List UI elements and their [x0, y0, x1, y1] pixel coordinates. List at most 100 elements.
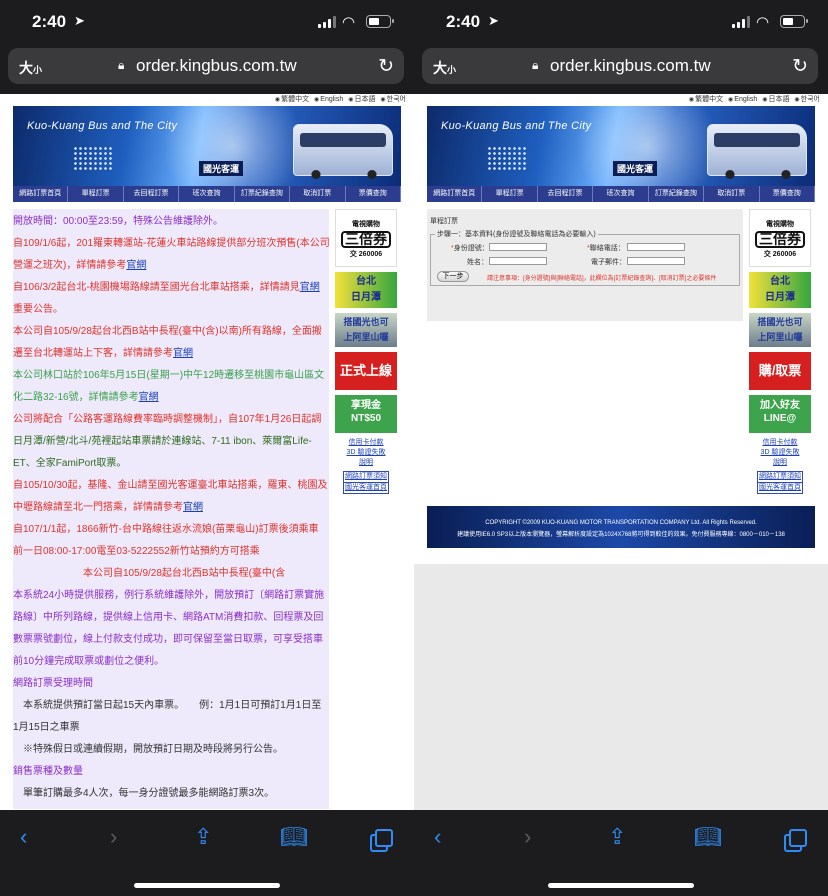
text-size-button[interactable]: 大小: [19, 58, 42, 78]
notice-text: 1月15日之車票: [13, 722, 80, 733]
ad-life-et[interactable]: 購/取票: [749, 352, 811, 390]
share-icon[interactable]: ⇪: [608, 824, 626, 850]
nav-home[interactable]: 網路訂票首頁: [427, 186, 483, 202]
lang-ja[interactable]: 日本語: [348, 96, 375, 103]
home-indicator: [548, 883, 694, 888]
lock-icon: 🔒︎: [118, 58, 125, 72]
ad-cash[interactable]: 享現金 NT$50: [335, 395, 397, 433]
notice-line: 遷至台北轉運站上下客，詳情請參考官網: [13, 346, 329, 362]
ad-triple-voucher[interactable]: 電視購物 三倍券交 260006: [335, 209, 397, 267]
official-site-link[interactable]: 官網: [183, 502, 203, 513]
next-step-button[interactable]: 下一步: [437, 271, 469, 282]
email-input[interactable]: [627, 257, 685, 265]
notice-line: 1月15日之車票: [13, 720, 329, 736]
reload-icon[interactable]: ↻: [792, 55, 808, 78]
language-selector[interactable]: 繁體中文 English 日本語 한국어: [686, 94, 820, 106]
notice-text: 前一日08:00-17:00電至03-5222552新竹站預約方可搭乘: [13, 546, 260, 557]
nav-roundtrip[interactable]: 去回程訂票: [538, 186, 594, 202]
official-site-link[interactable]: 官網: [126, 260, 146, 271]
box-links: 網路訂票須知 國光客運首頁: [343, 471, 389, 494]
form-note: 請注意事項：[身分證號]與[聯絡電話]，此欄位為[訂票紀錄查詢]、[取消訂票]之…: [487, 276, 717, 282]
nav-schedule[interactable]: 班次查詢: [179, 186, 235, 202]
nav-roundtrip[interactable]: 去回程訂票: [124, 186, 180, 202]
notice-text: 自106/3/2起台北-桃園機場路線請至國光台北車站搭乘，詳情請見: [13, 282, 300, 293]
nav-oneway[interactable]: 單程訂票: [68, 186, 124, 202]
share-icon[interactable]: ⇪: [194, 824, 212, 850]
text-size-button[interactable]: 大小: [433, 58, 456, 78]
bookmarks-icon[interactable]: 📖︎: [694, 824, 722, 850]
notice-text: 網路訂票受理時間: [13, 678, 93, 689]
ad-taipei-sun-moon-lake[interactable]: 台北 日月潭: [749, 272, 811, 308]
url-text[interactable]: order.kingbus.com.tw: [136, 56, 297, 76]
notice-line: 本系統提供預訂之票種：全票(優惠票、促銷票)、半票（敬老、孩: [13, 808, 329, 809]
official-site-link[interactable]: 官網: [173, 348, 193, 359]
location-arrow-icon: ➤: [74, 13, 85, 28]
ad-taipei-sun-moon-lake[interactable]: 台北 日月潭: [335, 272, 397, 308]
nav-home[interactable]: 網路訂票首頁: [13, 186, 69, 202]
id-number-input[interactable]: [489, 243, 547, 251]
lang-ko[interactable]: 한국어: [380, 96, 406, 103]
browser-note: 建議使用IE6.0 SP3以上版本瀏覽器，螢幕解析度設定為1024X768將可得…: [457, 532, 785, 538]
reload-icon[interactable]: ↻: [378, 55, 394, 78]
ad-triple-voucher[interactable]: 電視購物 三倍券交 260006: [749, 209, 811, 267]
official-site-link[interactable]: 官網: [139, 392, 159, 403]
notice-panel: 開放時間：00:00至23:59，特殊公告維護除外。 自109/1/6起，201羅…: [13, 209, 329, 809]
homepage-link[interactable]: 國光客運首頁: [758, 483, 802, 493]
tabs-icon[interactable]: [370, 829, 393, 852]
notice-line: 本系統提供預訂當日起15天內車票。 例：1月1日可預訂1月1日至: [13, 698, 329, 714]
nav-fare[interactable]: 票價查詢: [760, 186, 815, 202]
name-input[interactable]: [489, 257, 547, 265]
ad-alishan[interactable]: 搭國光也可 上阿里山囉: [335, 313, 397, 347]
notice-line: 網路訂票受理時間: [13, 676, 329, 692]
language-selector[interactable]: 繁體中文 English 日本語 한국어: [272, 94, 406, 106]
bookmarks-icon[interactable]: 📖︎: [280, 824, 308, 850]
nav-fare[interactable]: 票價查詢: [346, 186, 401, 202]
safari-toolbar: ‹ › ⇪ 📖︎: [414, 810, 828, 896]
ad-launch[interactable]: 正式上線: [335, 352, 397, 390]
nav-schedule[interactable]: 班次查詢: [593, 186, 649, 202]
notice-text: 自105/10/30起，基隆、金山請至國光客運臺北車站搭乘，羅東、桃園及: [13, 480, 328, 491]
nav-records[interactable]: 訂票紀錄查詢: [649, 186, 705, 202]
homepage-link[interactable]: 國光客運首頁: [344, 483, 388, 493]
address-bar[interactable]: 大小 🔒︎ order.kingbus.com.tw ↻: [422, 48, 818, 84]
tabs-icon[interactable]: [784, 829, 807, 852]
notice-text: 本公司自105/9/28起台北西B站中長程(臺中(含)以南)所有路線，全面搬: [13, 326, 322, 337]
lang-en[interactable]: English: [314, 96, 343, 103]
lang-zh[interactable]: 繁體中文: [275, 96, 309, 103]
forward-icon[interactable]: ›: [110, 824, 117, 850]
back-icon[interactable]: ‹: [434, 824, 441, 850]
notice-text: 銷售票種及數量: [13, 766, 83, 777]
notice-link[interactable]: 網路訂票須知: [344, 472, 388, 483]
url-text[interactable]: order.kingbus.com.tw: [550, 56, 711, 76]
cellular-signal-icon: [732, 16, 750, 28]
notice-line: 自109/1/6起，201羅東轉運站-花蓮火車站路線提供部分班次預售(本公司: [13, 236, 329, 252]
credit-card-link[interactable]: 信用卡付款 3D 驗證失敗 說明: [747, 438, 813, 468]
notice-link[interactable]: 網路訂票須知: [758, 472, 802, 483]
nav-cancel[interactable]: 取消訂票: [704, 186, 760, 202]
lang-zh[interactable]: 繁體中文: [689, 96, 723, 103]
lang-ja[interactable]: 日本語: [762, 96, 789, 103]
nav-oneway[interactable]: 單程訂票: [482, 186, 538, 202]
notice-line: 中壢路線請至北一門搭乘，詳情請參考官網: [13, 500, 329, 516]
battery-icon: [780, 15, 808, 28]
phone-label: *聯絡電話：: [587, 245, 625, 252]
ad-line-friend[interactable]: 加入好友 LINE@: [749, 395, 811, 433]
back-icon[interactable]: ‹: [20, 824, 27, 850]
oneway-booking-form: 單程訂票 步驟一：基本資料(身份證號及聯絡電話為必要輸入) *身份證號： *聯絡…: [427, 209, 743, 321]
nav-records[interactable]: 訂票紀錄查詢: [235, 186, 291, 202]
phone-input[interactable]: [627, 243, 685, 251]
notice-line: 路線〕中所列路線，提供線上信用卡、網路ATM消費扣款、回程票及回: [13, 610, 329, 626]
notice-text: 本系統24小時提供服務，例行系統維護除外，開放預訂〔網路訂票實施: [13, 590, 325, 601]
lang-en[interactable]: English: [728, 96, 757, 103]
lang-ko[interactable]: 한국어: [794, 96, 820, 103]
site-footer: COPYRIGHT ©2009 KUO-KUANG MOTOR TRANSPOR…: [427, 506, 815, 548]
notice-text: 數票票號劃位，線上付款支付成功，即可保留至當日取票，可享受搭車: [13, 634, 323, 645]
ad-alishan[interactable]: 搭國光也可 上阿里山囉: [749, 313, 811, 347]
forward-icon[interactable]: ›: [524, 824, 531, 850]
fieldset-legend: 步驟一：基本資料(身份證號及聯絡電話為必要輸入): [435, 229, 598, 239]
notice-line: 重要公告。: [13, 302, 329, 318]
credit-card-link[interactable]: 信用卡付款 3D 驗證失敗 說明: [333, 438, 399, 468]
nav-cancel[interactable]: 取消訂票: [290, 186, 346, 202]
official-site-link[interactable]: 官網: [300, 282, 320, 293]
address-bar[interactable]: 大小 🔒︎ order.kingbus.com.tw ↻: [8, 48, 404, 84]
